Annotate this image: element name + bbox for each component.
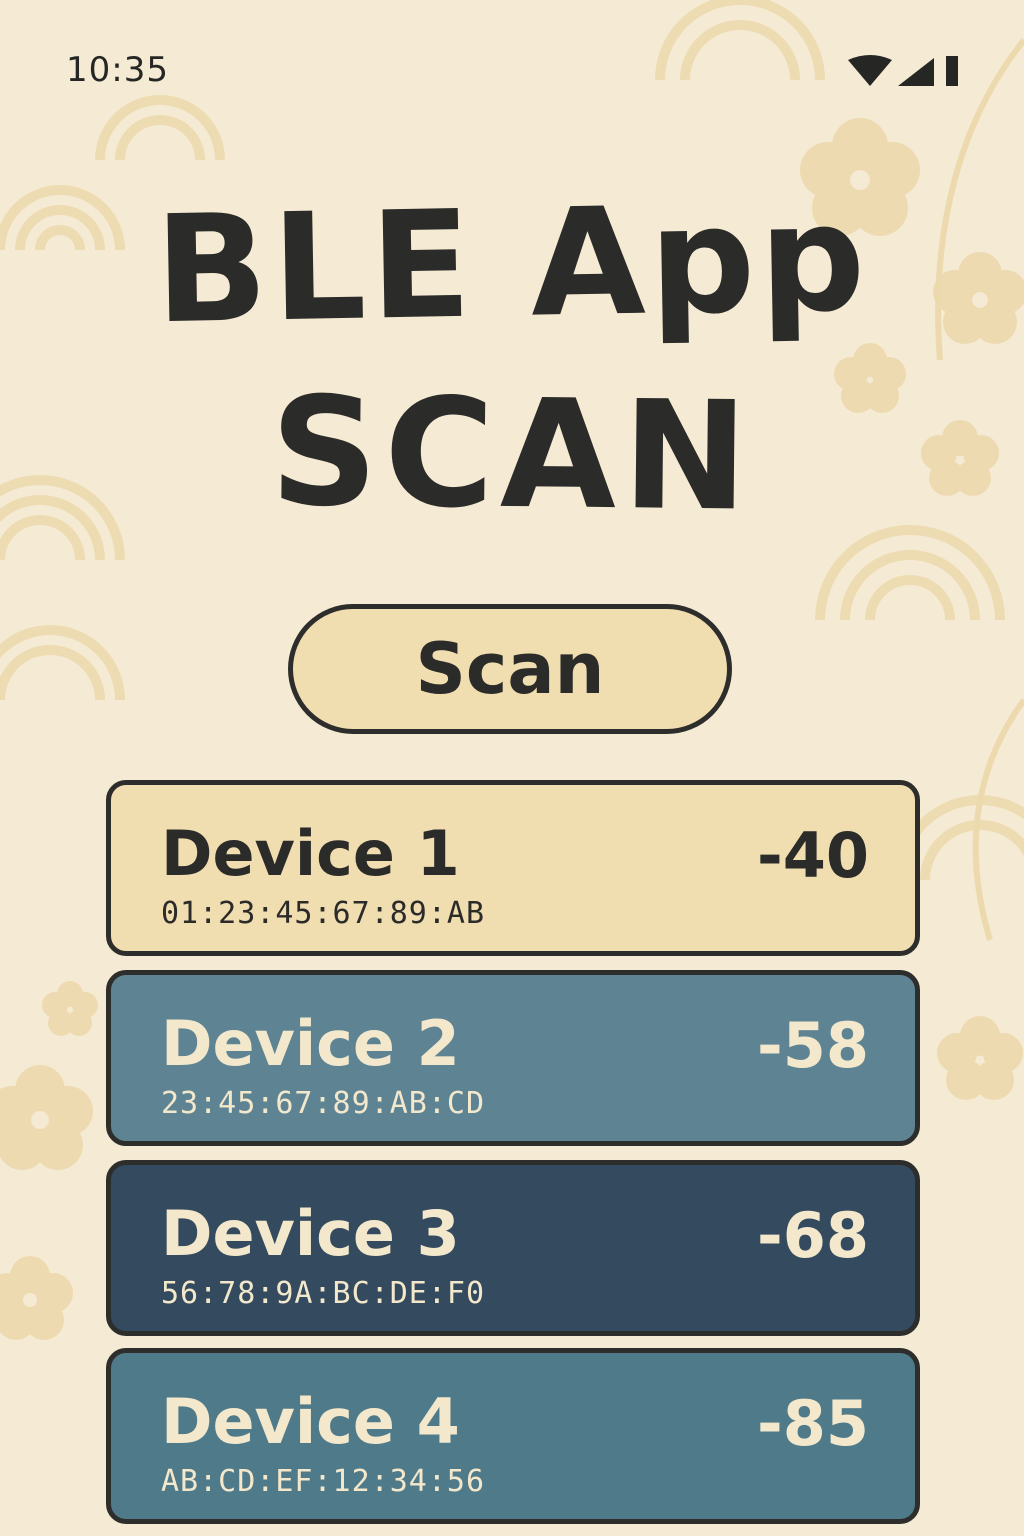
device-name: Device 4 <box>161 1385 460 1458</box>
device-name: Device 2 <box>161 1007 460 1080</box>
scan-button[interactable]: Scan <box>288 604 732 734</box>
device-rssi: -68 <box>756 1199 869 1272</box>
title-line-2: SCAN <box>269 365 755 545</box>
cellular-signal-icon <box>898 58 934 86</box>
device-card-4[interactable]: Device 4 -85 AB:CD:EF:12:34:56 <box>106 1348 920 1524</box>
device-card-1[interactable]: Device 1 -40 01:23:45:67:89:AB <box>106 780 920 956</box>
scan-button-label: Scan <box>415 628 605 710</box>
device-rssi: -40 <box>756 819 869 892</box>
page-title: BLE App SCAN <box>0 172 1024 545</box>
device-mac-address: 23:45:67:89:AB:CD <box>161 1086 486 1121</box>
device-card-3[interactable]: Device 3 -68 56:78:9A:BC:DE:F0 <box>106 1160 920 1336</box>
status-time: 10:35 <box>66 50 169 90</box>
device-mac-address: 56:78:9A:BC:DE:F0 <box>161 1276 486 1311</box>
device-mac-address: 01:23:45:67:89:AB <box>161 896 486 931</box>
device-name: Device 3 <box>161 1197 460 1270</box>
device-rssi: -85 <box>756 1387 869 1460</box>
wifi-icon <box>848 55 892 86</box>
device-card-2[interactable]: Device 2 -58 23:45:67:89:AB:CD <box>106 970 920 1146</box>
device-rssi: -58 <box>756 1009 869 1082</box>
status-icons <box>848 55 958 86</box>
device-mac-address: AB:CD:EF:12:34:56 <box>161 1464 486 1499</box>
title-line-1: BLE App <box>153 171 871 357</box>
status-bar: 10:35 <box>0 0 1024 120</box>
device-name: Device 1 <box>161 817 460 890</box>
battery-icon <box>946 56 958 86</box>
